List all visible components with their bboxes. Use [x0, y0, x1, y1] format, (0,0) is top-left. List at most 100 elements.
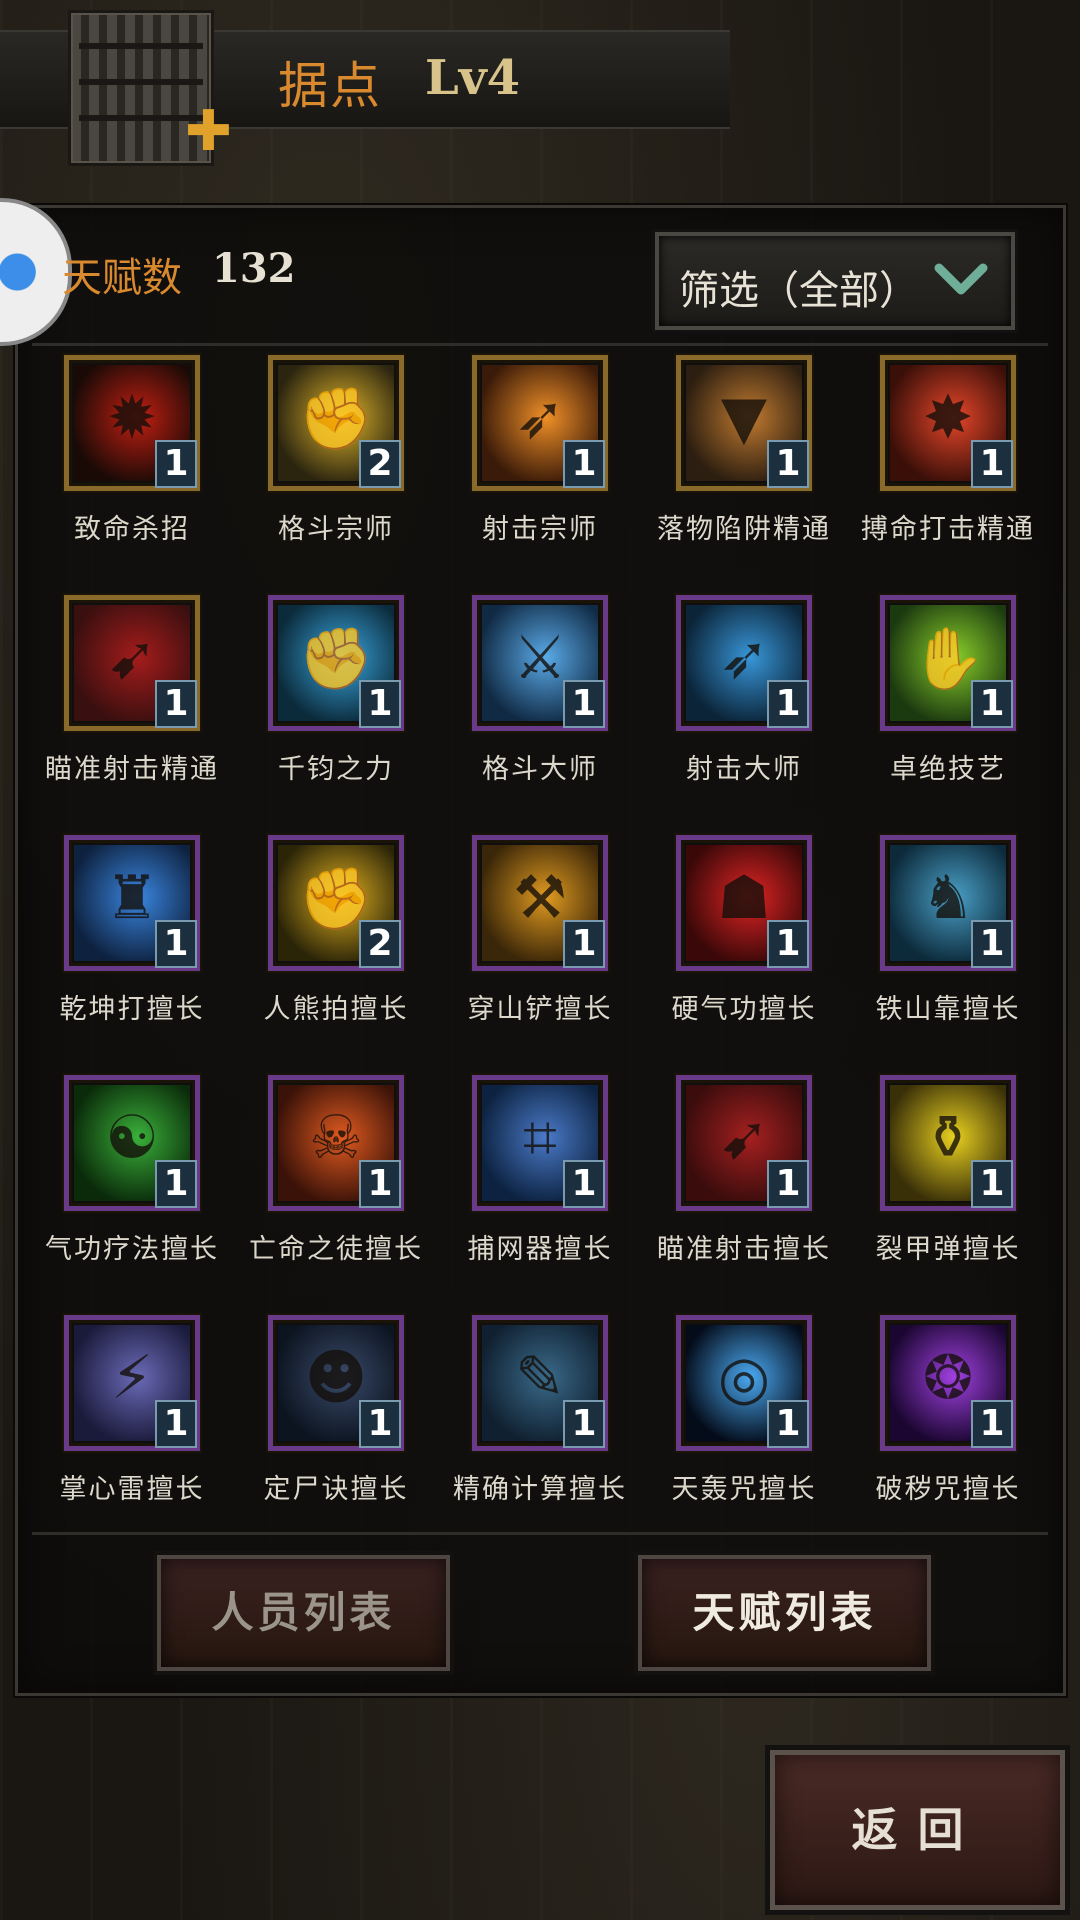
talent-item[interactable]: ➶ 1 射击宗师	[438, 355, 642, 595]
talent-item[interactable]: ✋ 1 卓绝技艺	[846, 595, 1050, 835]
talent-item[interactable]: ✸ 1 搏命打击精通	[846, 355, 1050, 595]
talent-item[interactable]: ✊ 2 格斗宗师	[234, 355, 438, 595]
filter-dropdown[interactable]: 筛选（全部）	[655, 232, 1015, 330]
talent-icon-frame[interactable]: ♜ 1	[64, 835, 200, 971]
talent-name: 格斗宗师	[278, 514, 394, 545]
talent-icon-frame[interactable]: ⚱ 1	[880, 1075, 1016, 1211]
talent-level-badge: 1	[563, 680, 605, 728]
chevron-down-icon	[934, 263, 988, 295]
talent-name: 气功疗法擅长	[45, 1234, 219, 1265]
talent-level-badge: 1	[767, 1160, 809, 1208]
talent-name: 裂甲弹擅长	[875, 1234, 1021, 1265]
talent-icon-frame[interactable]: ✊ 1	[268, 595, 404, 731]
talent-level-badge: 1	[359, 1400, 401, 1448]
talent-item[interactable]: ♜ 1 乾坤打擅长	[30, 835, 234, 1075]
talent-count-label: 天赋数	[62, 255, 182, 301]
talent-icon-frame[interactable]: ❂ 1	[880, 1315, 1016, 1451]
talent-item[interactable]: ✊ 2 人熊拍擅长	[234, 835, 438, 1075]
talent-level-badge: 2	[359, 920, 401, 968]
talent-icon-frame[interactable]: ➹ 1	[64, 595, 200, 731]
talent-level-badge: 1	[767, 920, 809, 968]
talent-item[interactable]: ✎ 1 精确计算擅长	[438, 1315, 642, 1555]
talent-item[interactable]: ▼ 1 落物陷阱精通	[642, 355, 846, 595]
talent-icon-frame[interactable]: ☗ 1	[676, 835, 812, 971]
divider	[32, 343, 1048, 346]
talent-item[interactable]: ❂ 1 破秽咒擅长	[846, 1315, 1050, 1555]
talent-item[interactable]: ☠ 1 亡命之徒擅长	[234, 1075, 438, 1315]
talent-name: 搏命打击精通	[861, 514, 1035, 545]
talent-level-badge: 1	[359, 1160, 401, 1208]
stronghold-level: Lv4	[425, 50, 521, 106]
talent-icon-frame[interactable]: ➹ 1	[676, 1075, 812, 1211]
talent-level-badge: 1	[971, 440, 1013, 488]
talent-level-badge: 1	[971, 1400, 1013, 1448]
filter-label: 筛选（全部）	[679, 268, 919, 314]
talent-icon-frame[interactable]: ◎ 1	[676, 1315, 812, 1451]
talent-item[interactable]: ⚱ 1 裂甲弹擅长	[846, 1075, 1050, 1315]
talent-item[interactable]: ☗ 1 硬气功擅长	[642, 835, 846, 1075]
talent-level-badge: 1	[767, 440, 809, 488]
talent-level-badge: 2	[359, 440, 401, 488]
talent-level-badge: 1	[563, 920, 605, 968]
talent-icon-frame[interactable]: ✊ 2	[268, 355, 404, 491]
talent-item[interactable]: ☯ 1 气功疗法擅长	[30, 1075, 234, 1315]
talent-item[interactable]: ♞ 1 铁山靠擅长	[846, 835, 1050, 1075]
talent-level-badge: 1	[971, 680, 1013, 728]
talent-icon-frame[interactable]: ♞ 1	[880, 835, 1016, 971]
talent-name: 亡命之徒擅长	[249, 1234, 423, 1265]
talent-level-badge: 1	[767, 680, 809, 728]
upgrade-plus-icon[interactable]: ✚	[185, 104, 232, 160]
talent-level-badge: 1	[155, 440, 197, 488]
talent-item[interactable]: ⚒ 1 穿山铲擅长	[438, 835, 642, 1075]
talent-icon-frame[interactable]: ✹ 1	[64, 355, 200, 491]
talent-name: 捕网器擅长	[467, 1234, 613, 1265]
talent-level-badge: 1	[971, 1160, 1013, 1208]
talent-name: 硬气功擅长	[671, 994, 817, 1025]
talent-item[interactable]: ➹ 1 瞄准射击擅长	[642, 1075, 846, 1315]
talent-item[interactable]: ⌗ 1 捕网器擅长	[438, 1075, 642, 1315]
talent-icon-frame[interactable]: ✸ 1	[880, 355, 1016, 491]
talent-name: 穿山铲擅长	[467, 994, 613, 1025]
talent-name: 落物陷阱精通	[657, 514, 831, 545]
talent-name: 千钧之力	[278, 754, 394, 785]
talent-item[interactable]: ➶ 1 射击大师	[642, 595, 846, 835]
talent-icon-frame[interactable]: ⚡ 1	[64, 1315, 200, 1451]
talent-icon-frame[interactable]: ☠ 1	[268, 1075, 404, 1211]
talent-name: 瞄准射击擅长	[657, 1234, 831, 1265]
talent-icon-frame[interactable]: ☯ 1	[64, 1075, 200, 1211]
talent-name: 瞄准射击精通	[45, 754, 219, 785]
talent-icon-frame[interactable]: ✊ 2	[268, 835, 404, 971]
talent-name: 天轰咒擅长	[671, 1474, 817, 1505]
talent-level-badge: 1	[563, 1160, 605, 1208]
talent-level-badge: 1	[767, 1400, 809, 1448]
talent-level-badge: 1	[155, 680, 197, 728]
talent-icon-frame[interactable]: ⚒ 1	[472, 835, 608, 971]
talent-item[interactable]: ➹ 1 瞄准射击精通	[30, 595, 234, 835]
divider	[32, 1532, 1048, 1535]
personnel-list-button[interactable]: 人员列表	[157, 1555, 450, 1671]
talent-level-badge: 1	[563, 1400, 605, 1448]
talent-item[interactable]: ☻ 1 定尸诀擅长	[234, 1315, 438, 1555]
talent-name: 定尸诀擅长	[263, 1474, 409, 1505]
talent-name: 致命杀招	[74, 514, 190, 545]
talent-name: 射击宗师	[482, 514, 598, 545]
talent-level-badge: 1	[563, 440, 605, 488]
talent-icon-frame[interactable]: ➶ 1	[676, 595, 812, 731]
talent-name: 射击大师	[686, 754, 802, 785]
back-button[interactable]: 返回	[770, 1750, 1065, 1910]
talent-name: 破秽咒擅长	[875, 1474, 1021, 1505]
talent-item[interactable]: ⚡ 1 掌心雷擅长	[30, 1315, 234, 1555]
talent-list-button[interactable]: 天赋列表	[638, 1555, 931, 1671]
talent-icon-frame[interactable]: ▼ 1	[676, 355, 812, 491]
talent-icon-frame[interactable]: ✋ 1	[880, 595, 1016, 731]
talent-name: 乾坤打擅长	[59, 994, 205, 1025]
talent-item[interactable]: ✹ 1 致命杀招	[30, 355, 234, 595]
talent-icon-frame[interactable]: ➶ 1	[472, 355, 608, 491]
talent-item[interactable]: ◎ 1 天轰咒擅长	[642, 1315, 846, 1555]
talent-item[interactable]: ✊ 1 千钧之力	[234, 595, 438, 835]
talent-icon-frame[interactable]: ⌗ 1	[472, 1075, 608, 1211]
talent-icon-frame[interactable]: ☻ 1	[268, 1315, 404, 1451]
talent-icon-frame[interactable]: ⚔ 1	[472, 595, 608, 731]
talent-item[interactable]: ⚔ 1 格斗大师	[438, 595, 642, 835]
talent-icon-frame[interactable]: ✎ 1	[472, 1315, 608, 1451]
